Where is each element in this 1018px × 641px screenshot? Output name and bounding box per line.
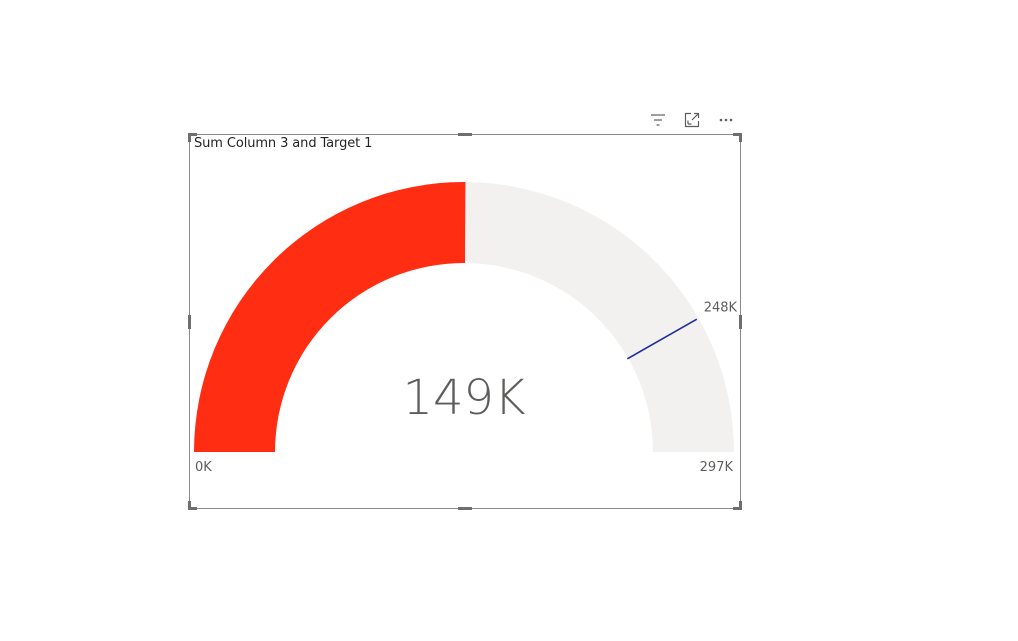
focus-mode-icon[interactable] <box>682 110 702 130</box>
resize-handle-bottom-left-v[interactable] <box>188 501 191 510</box>
filter-icon[interactable] <box>648 110 668 130</box>
gauge-value-label: 149K <box>402 370 525 426</box>
gauge-min-label: 0K <box>195 460 212 475</box>
resize-handle-top-left-v[interactable] <box>188 133 191 142</box>
more-options-icon[interactable] <box>716 110 736 130</box>
resize-handle-top-right-v[interactable] <box>739 133 742 142</box>
resize-handle-bottom-right-v[interactable] <box>739 501 742 510</box>
visual-header <box>644 110 744 130</box>
gauge-max-label: 297K <box>700 460 734 475</box>
resize-handle-top[interactable] <box>458 133 472 136</box>
gauge-chart: 149K 0K 297K 248K <box>194 182 738 475</box>
gauge-visual[interactable]: Sum Column 3 and Target 1 149K 0K 297K 2… <box>188 133 742 510</box>
resize-handle-right[interactable] <box>739 315 742 329</box>
gauge-target-label: 248K <box>704 300 738 315</box>
resize-handle-left[interactable] <box>188 315 191 329</box>
resize-handle-bottom[interactable] <box>458 507 472 510</box>
